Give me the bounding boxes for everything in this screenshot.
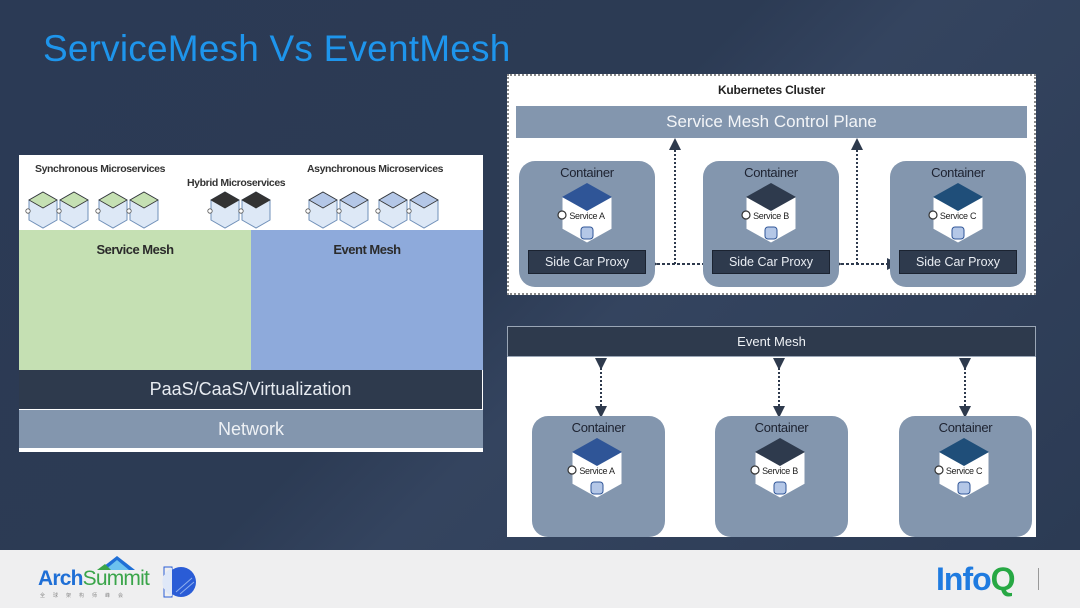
hybrid-microservice-cube-icon [238, 191, 271, 229]
infoq-info-text: Info [936, 561, 992, 597]
service-a-cube: Service A [567, 436, 624, 500]
network-layer-label: Network [217, 418, 284, 439]
infoq-side-mark [1038, 568, 1043, 590]
service-name: Service A [569, 211, 605, 221]
hybrid-microservice-cube-icon [207, 191, 240, 229]
service-name: Service C [939, 211, 977, 221]
container-service-b: Container Service B Side Car Proxy [703, 161, 839, 287]
event-mesh-layer: Event Mesh [251, 230, 483, 370]
service-c-cube: Service C [934, 436, 991, 500]
paas-caas-virtualization-layer: PaaS/CaaS/Virtualization [19, 370, 482, 409]
service-b-cube: Service B [741, 181, 798, 245]
archsummit-subtitle: 全球架构师峰会 [40, 593, 132, 599]
service-name: Service B [753, 211, 789, 221]
sidecar-proxy: Side Car Proxy [528, 250, 646, 274]
container-label: Container [571, 420, 626, 435]
synchronous-microservice-cube-icon [126, 191, 159, 229]
archsummit-arch-text: Arch [38, 567, 83, 590]
container-label: Container [938, 420, 993, 435]
event-mesh-bar: Event Mesh [507, 326, 1036, 357]
asynchronous-microservices-label: Asynchronous Microservices [307, 163, 444, 175]
anniversary-badge-icon [162, 566, 196, 598]
container-label: Container [560, 165, 614, 180]
microservice-cubes [19, 188, 483, 230]
control-plane-label: Service Mesh Control Plane [666, 112, 877, 131]
event-mesh-bar-label: Event Mesh [737, 334, 806, 349]
kubernetes-cluster-title: Kubernetes Cluster [717, 83, 826, 97]
slide-title: ServiceMesh Vs EventMesh [43, 28, 511, 69]
sidecar-proxy: Side Car Proxy [899, 250, 1017, 274]
container-service-c: Container Service C Side Car Proxy [890, 161, 1026, 287]
container-label: Container [744, 165, 798, 180]
event-container-service-c: Container Service C [899, 416, 1032, 537]
event-mesh-label: Event Mesh [333, 242, 401, 257]
synchronous-microservices-label: Synchronous Microservices [35, 163, 166, 175]
archsummit-summit-text: Summit [82, 567, 150, 590]
archsummit-logo: ArchSummit [38, 567, 150, 591]
asynchronous-microservice-cube-icon [305, 191, 338, 229]
service-b-cube: Service B [750, 436, 807, 500]
container-label: Container [931, 165, 985, 180]
paas-layer-label: PaaS/CaaS/Virtualization [149, 379, 352, 399]
service-c-cube: Service C [928, 181, 985, 245]
container-service-a: Container Service A Side Car Proxy [519, 161, 655, 287]
synchronous-microservice-cube-icon [95, 191, 128, 229]
event-container-service-b: Container Service B [715, 416, 848, 537]
container-label: Container [754, 420, 809, 435]
synchronous-microservice-cube-icon [25, 191, 58, 229]
layered-architecture-diagram: Synchronous Microservices Hybrid Microse… [19, 155, 483, 452]
service-a-cube: Service A [557, 181, 614, 245]
service-mesh-label: Service Mesh [96, 242, 174, 257]
sidecar-proxy: Side Car Proxy [712, 250, 830, 274]
synchronous-microservice-cube-icon [56, 191, 89, 229]
kubernetes-cluster-diagram: Kubernetes Cluster Service Mesh Control … [507, 74, 1036, 295]
infoq-logo: InfoQ [936, 561, 1016, 598]
asynchronous-microservice-cube-icon [406, 191, 439, 229]
event-container-service-a: Container Service A [532, 416, 665, 537]
network-layer: Network [19, 410, 483, 448]
service-name: Service A [579, 466, 615, 476]
footer: ArchSummit 全球架构师峰会 InfoQ [0, 550, 1080, 608]
asynchronous-microservice-cube-icon [375, 191, 408, 229]
service-mesh-layer: Service Mesh [19, 230, 251, 370]
asynchronous-microservice-cube-icon [336, 191, 369, 229]
infoq-q-text: Q [990, 561, 1016, 597]
service-name: Service B [762, 466, 798, 476]
service-mesh-control-plane: Service Mesh Control Plane [516, 106, 1027, 138]
event-mesh-diagram: Event Mesh Container Service A Container [507, 326, 1036, 537]
service-name: Service C [945, 466, 983, 476]
